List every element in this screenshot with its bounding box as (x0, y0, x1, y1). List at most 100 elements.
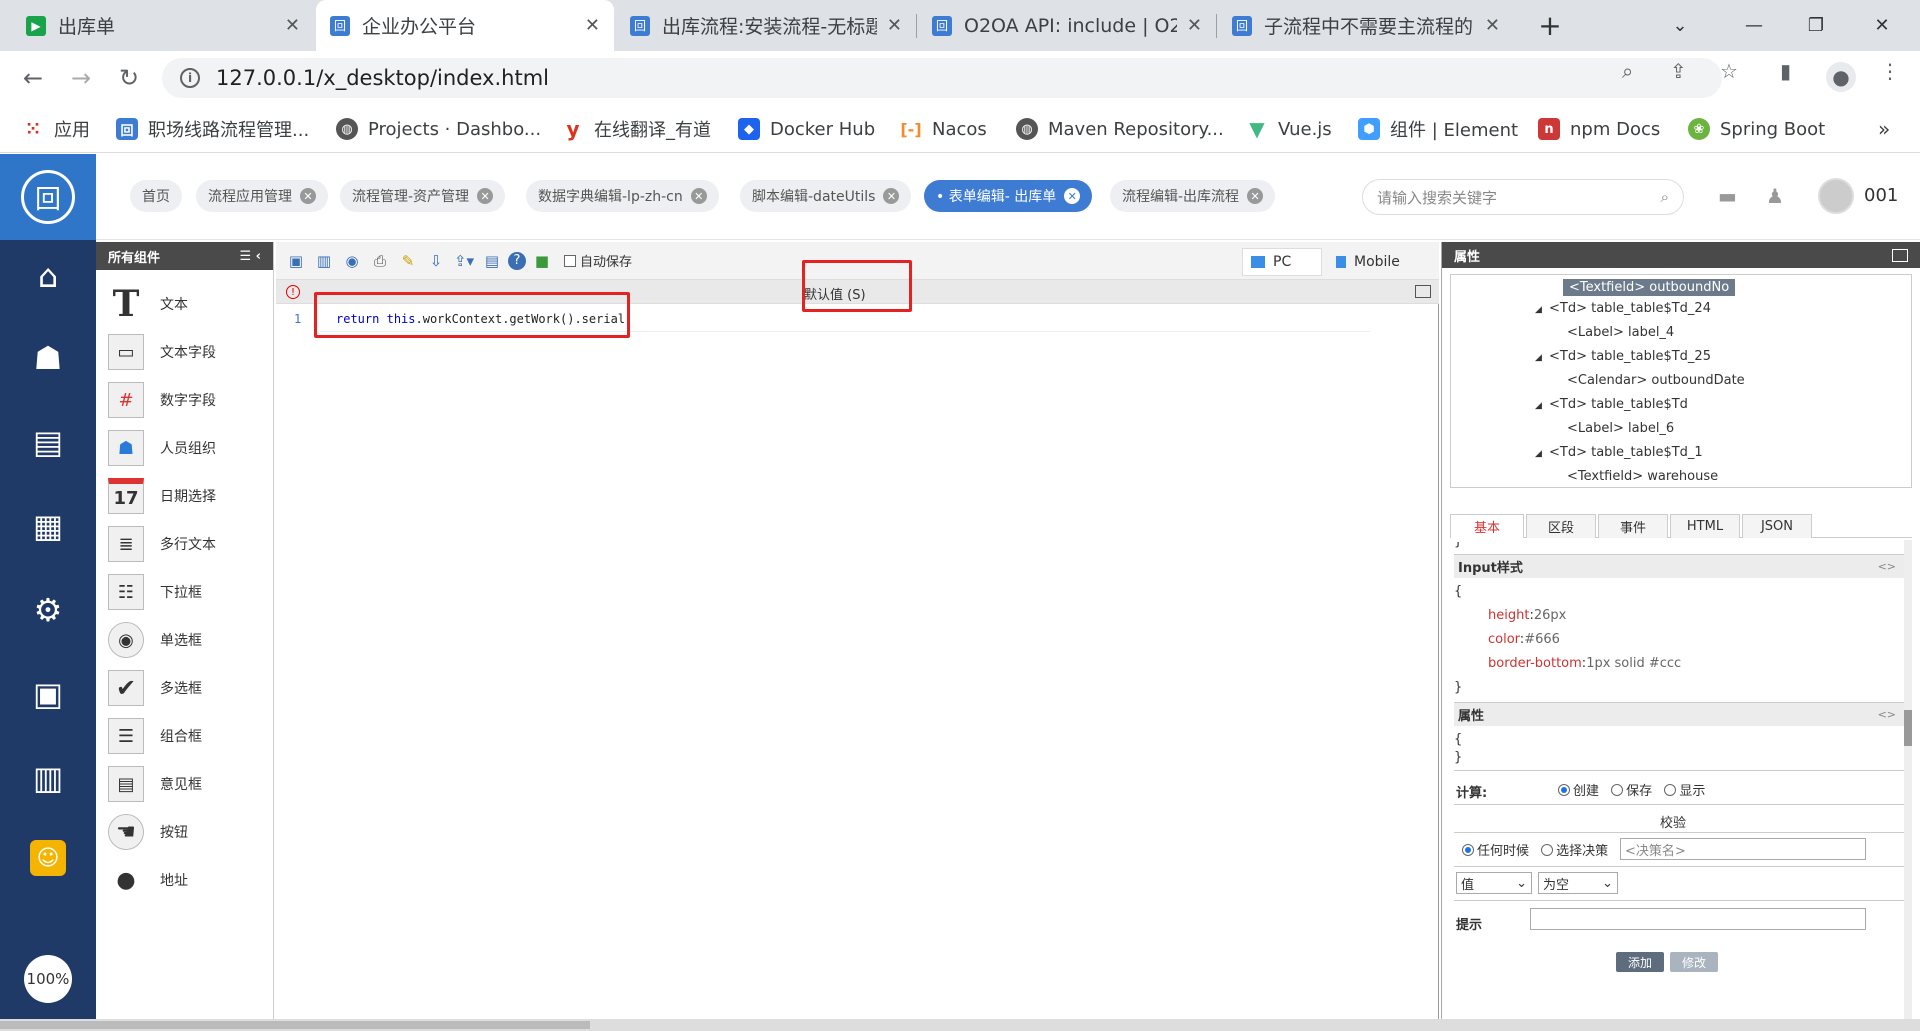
bookmark-item[interactable]: ⬢ 组件 | Element (1358, 115, 1518, 143)
component-item[interactable]: 17 日期选择 (108, 472, 216, 520)
radio-dot[interactable] (1462, 843, 1474, 856)
component-item[interactable]: ▤ 意见框 (108, 760, 202, 808)
close-icon[interactable]: ✕ (887, 15, 902, 36)
side-panel-icon[interactable]: ▮ (1780, 59, 1791, 83)
profile-icon[interactable]: ● (1826, 62, 1856, 92)
radio-create[interactable]: 创建 (1558, 780, 1599, 799)
property-scrollbar[interactable] (1904, 540, 1912, 1020)
tab-html[interactable]: HTML (1670, 514, 1740, 538)
add-button[interactable]: 添加 (1616, 952, 1664, 972)
calendar-app-icon[interactable]: ▦ (24, 502, 72, 550)
bookmark-item[interactable]: ⁙ 应用 (22, 115, 90, 143)
tab-json[interactable]: JSON (1742, 514, 1812, 538)
horizontal-scrollbar[interactable] (0, 1019, 1920, 1031)
zoom-level-badge[interactable]: 100% (24, 955, 72, 1003)
zoom-magnifier-icon[interactable]: ⌕ (1622, 59, 1633, 83)
tree-node[interactable]: <Td> table_table$Td_24 (1549, 301, 1711, 316)
green-block-icon[interactable]: ■ (530, 249, 554, 273)
tree-node[interactable]: <Td> table_table$Td (1549, 397, 1688, 412)
component-item[interactable]: ☚ 按钮 (108, 808, 188, 856)
tree-node[interactable]: <Label> label_4 (1567, 325, 1674, 340)
component-item[interactable]: ☗ 人员组织 (108, 424, 216, 472)
close-icon[interactable]: ✕ (285, 15, 300, 36)
minimize-button[interactable]: — (1724, 0, 1784, 51)
search-icon[interactable]: ⌕ (1661, 188, 1669, 206)
autosave-checkbox[interactable]: 自动保存 (564, 251, 632, 270)
contacts-icon[interactable]: ☗ (24, 334, 72, 382)
menu-collapse-icon[interactable]: ☰ ‹ (239, 249, 261, 264)
scrollbar-thumb[interactable] (1904, 710, 1912, 746)
preview-eye-icon[interactable]: ◉ (340, 249, 364, 273)
nav-tab[interactable]: 脚本编辑-dateUtils ✕ (740, 180, 912, 212)
nav-tab-home[interactable]: 首页 (130, 180, 182, 212)
component-item[interactable]: ≣ 多行文本 (108, 520, 216, 568)
bookmark-item[interactable]: n npm Docs (1538, 115, 1660, 143)
close-icon[interactable]: ✕ (585, 15, 600, 36)
dashboard-icon[interactable]: ▥ (24, 754, 72, 802)
mobile-mode-button[interactable]: Mobile (1328, 248, 1428, 276)
user-name[interactable]: 001 (1864, 185, 1898, 206)
bookmark-item[interactable]: ▼ Vue.js (1246, 115, 1331, 143)
tab-events[interactable]: 事件 (1598, 514, 1668, 538)
checkbox-box[interactable] (564, 254, 576, 267)
save-as-icon[interactable]: ▥ (312, 249, 336, 273)
tab-search-chevron-icon[interactable]: ⌄ (1650, 0, 1710, 51)
tree-node[interactable]: <Td> table_table$Td_1 (1549, 445, 1703, 460)
user-settings-icon[interactable]: ⚙ (24, 586, 72, 634)
value-select[interactable]: 值 ⌄ (1456, 872, 1532, 894)
tree-expand-icon[interactable]: ◢ (1535, 401, 1542, 411)
code-toggle-icon[interactable]: <> (1878, 560, 1896, 573)
close-icon[interactable]: ✕ (883, 188, 900, 204)
maximize-icon[interactable] (1415, 285, 1431, 298)
bookmark-item[interactable]: ❀ Spring Boot (1688, 115, 1825, 143)
app-search-input[interactable]: 请输入搜索关键字 ⌕ (1362, 179, 1684, 215)
code-toggle-icon[interactable]: <> (1878, 708, 1896, 721)
tree-expand-icon[interactable]: ◢ (1535, 353, 1542, 363)
tree-node[interactable]: <Textfield> warehouse (1567, 469, 1718, 484)
url-text[interactable]: 127.0.0.1/x_desktop/index.html (216, 66, 549, 90)
save-icon[interactable]: ▣ (284, 249, 308, 273)
tree-node[interactable]: <Calendar> outboundDate (1567, 373, 1745, 388)
reload-icon[interactable]: ↻ (112, 61, 146, 95)
radio-dot[interactable] (1611, 783, 1624, 796)
window-close-button[interactable]: ✕ (1852, 0, 1912, 51)
help-icon[interactable]: ? (508, 251, 526, 270)
radio-decision[interactable]: 选择决策 (1541, 840, 1608, 859)
bookmark-item[interactable]: 回 职场线路流程管理... (116, 115, 309, 143)
bookmark-item[interactable]: ◆ Docker Hub (738, 115, 875, 143)
nav-tab[interactable]: 流程编辑-出库流程 ✕ (1110, 180, 1276, 212)
radio-dot[interactable] (1558, 783, 1570, 796)
pc-mode-button[interactable]: PC (1242, 248, 1322, 276)
close-icon[interactable]: ✕ (477, 188, 494, 204)
browser-tab[interactable]: ▶ 出库单 ✕ (12, 0, 314, 51)
back-arrow-icon[interactable]: ← (16, 61, 50, 95)
browser-tab[interactable]: 回 出库流程:安装流程-无标题 ✕ (616, 0, 916, 51)
url-omnibox[interactable]: i 127.0.0.1/x_desktop/index.html (162, 58, 1722, 98)
browser-tab-active[interactable]: 回 企业办公平台 ✕ (316, 0, 614, 51)
minimize-panel-icon[interactable] (1892, 248, 1908, 262)
component-item[interactable]: ✔ 多选框 (108, 664, 202, 712)
share-icon[interactable]: ⇪ (1670, 59, 1687, 83)
site-info-icon[interactable]: i (180, 68, 200, 88)
nav-tab[interactable]: 流程管理-资产管理 ✕ (340, 180, 506, 212)
component-item[interactable]: ☰ 组合框 (108, 712, 202, 760)
radio-dot[interactable] (1664, 783, 1677, 796)
close-icon[interactable]: ✕ (1247, 188, 1264, 204)
radio-dot[interactable] (1541, 843, 1554, 856)
close-icon[interactable]: ✕ (1064, 188, 1081, 204)
tree-node[interactable]: <Td> table_table$Td_25 (1549, 349, 1711, 364)
nav-tab-active[interactable]: • 表单编辑- 出库单 ✕ (924, 180, 1093, 212)
close-icon[interactable]: ✕ (1485, 15, 1500, 36)
bookmark-item[interactable]: [-] Nacos (900, 115, 986, 143)
tab-section[interactable]: 区段 (1526, 514, 1596, 538)
tool-icon[interactable]: ✎ (396, 249, 420, 273)
close-icon[interactable]: ✕ (1187, 15, 1202, 36)
condition-select[interactable]: 为空 ⌄ (1538, 872, 1618, 894)
import-icon[interactable]: ⇩ (424, 249, 448, 273)
avatar[interactable] (1818, 178, 1854, 214)
forward-arrow-icon[interactable]: → (64, 61, 98, 95)
close-icon[interactable]: ✕ (690, 188, 707, 204)
decision-name-input[interactable]: <决策名> (1620, 838, 1866, 860)
component-item[interactable]: ▭ 文本字段 (108, 328, 216, 376)
style-rule[interactable]: color:#666 (1488, 632, 1560, 647)
